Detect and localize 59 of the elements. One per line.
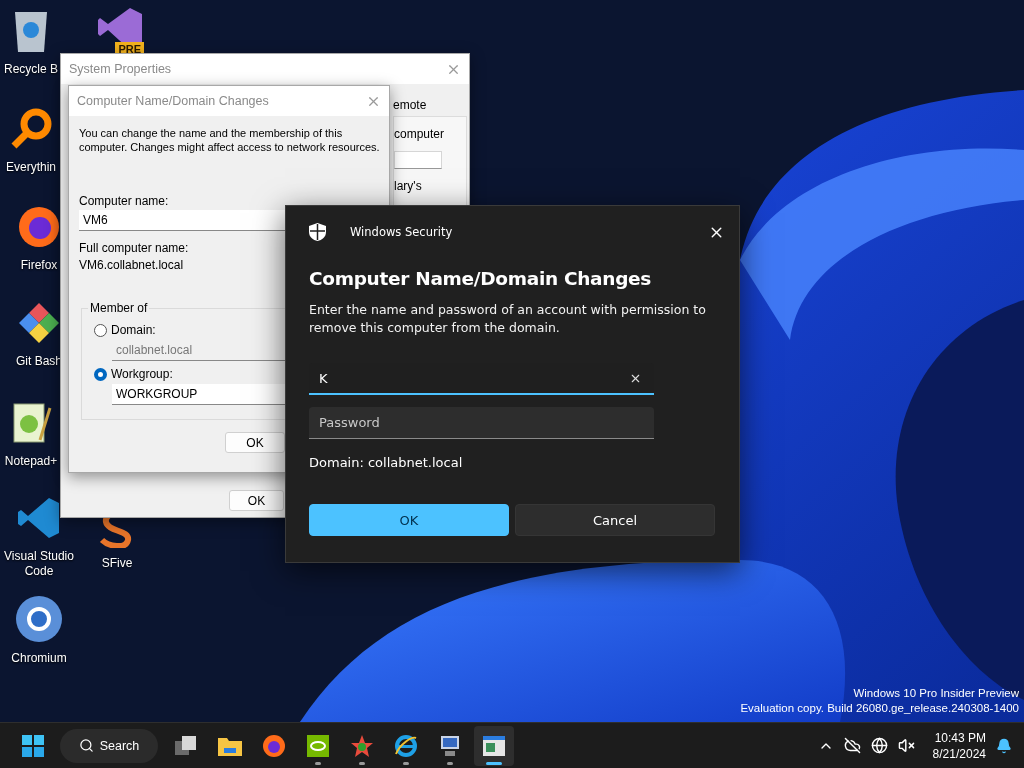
text-field[interactable] [394, 151, 442, 169]
vscode-icon [16, 495, 62, 541]
desktop-icon-label[interactable]: Visual Studio Code [0, 549, 78, 579]
panel-text: lary's [394, 179, 423, 193]
message-text: Enter the name and password of an account with permission to remove this computer from the domain. [309, 301, 707, 337]
e-logo-icon [394, 733, 418, 758]
desktop-icon-label[interactable]: SFive [101, 556, 133, 571]
desktop-icon-label[interactable]: Notepad+ [4, 454, 58, 469]
notepad-icon [10, 400, 52, 446]
cloud-off-icon[interactable] [843, 737, 861, 754]
desktop-icon-label[interactable]: Chromium [11, 651, 67, 666]
clear-icon[interactable] [629, 372, 642, 385]
shield-icon [309, 223, 326, 241]
radio-label[interactable]: Workgroup: [111, 367, 173, 381]
ok-button[interactable]: OK [229, 490, 284, 511]
desktop-icon-label[interactable]: Everythin [6, 160, 56, 175]
window-icon [482, 734, 506, 757]
task-view-icon [174, 734, 198, 757]
build-notice-text: Evaluation copy. Build 26080.ge_release.240308-1400 [740, 701, 1019, 716]
radio-button[interactable] [94, 323, 107, 337]
password-field[interactable]: Password [309, 407, 654, 439]
tab-label[interactable]: emote [393, 94, 469, 116]
ok-button[interactable]: OK [309, 504, 509, 536]
firefox-icon [262, 733, 286, 758]
app-name: Windows Security [350, 225, 454, 239]
globe-icon[interactable] [870, 737, 888, 754]
domain-text: Domain: collabnet.local [309, 455, 464, 470]
cancel-button[interactable]: Cancel [515, 504, 715, 536]
dialog-title: Computer Name/Domain Changes [309, 268, 653, 289]
dialog-title: Computer Name/Domain Changes [77, 94, 269, 108]
firefox-icon [16, 204, 62, 250]
field-label: Full computer name: [79, 241, 189, 255]
chromium-icon [15, 595, 63, 643]
computer-name-field[interactable]: VM6 [79, 210, 285, 231]
ok-button[interactable]: OK [225, 432, 285, 453]
windows-logo-icon [22, 734, 44, 757]
clock-time: 10:43 PM [934, 729, 986, 746]
build-notice-text: Windows 10 Pro Insider Preview [853, 686, 1019, 701]
clock[interactable]: 10:43 PM 8/21/2024 [932, 729, 986, 762]
radio-button[interactable] [94, 367, 107, 381]
search-button[interactable]: Search [60, 728, 158, 763]
taskbar-app-button[interactable] [474, 725, 514, 766]
radio-label[interactable]: Domain: [111, 323, 156, 337]
panel-text: computer [394, 127, 446, 141]
bell-icon[interactable] [996, 737, 1012, 754]
description-text: You can change the name and the membership of this computer. Changes might affect access to network resources. [79, 126, 381, 154]
desktop-icon-label[interactable]: Recycle B [4, 62, 58, 77]
text-field[interactable]: WORKGROUP [112, 384, 286, 405]
full-name-text: VM6.collabnet.local [79, 258, 184, 272]
search-icon [78, 738, 94, 753]
window-title: System Properties [69, 62, 172, 76]
muted-speaker-icon[interactable] [897, 737, 915, 754]
field-label: Computer name: [79, 194, 169, 208]
group-label: Member of [88, 301, 150, 315]
eye-logo-icon [306, 733, 330, 758]
desktop-icon-label[interactable]: Firefox [20, 258, 58, 273]
colorful-star-icon [350, 733, 374, 758]
clock-date: 8/21/2024 [932, 745, 986, 762]
computer-icon [438, 733, 462, 758]
